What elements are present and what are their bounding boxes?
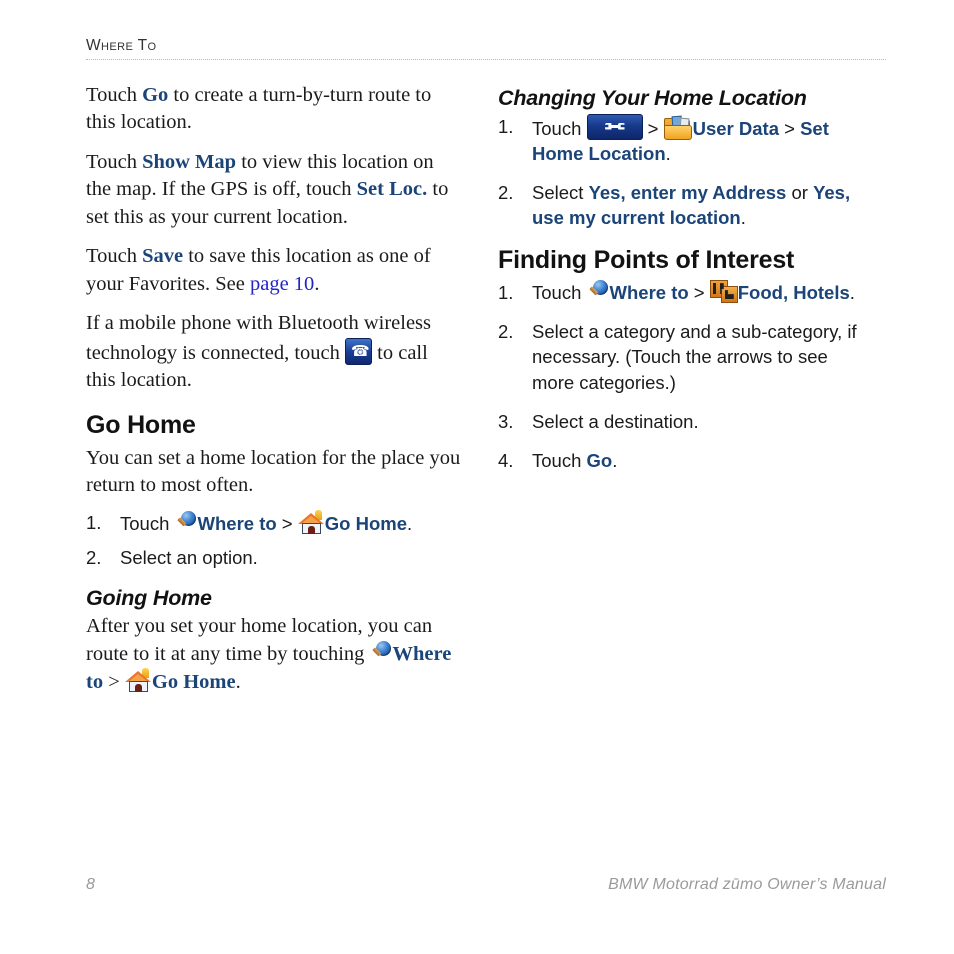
step-text-pre: Touch bbox=[120, 512, 175, 534]
going-home-separator: > bbox=[103, 671, 125, 694]
list-item: 2. Select a category and a sub-category, … bbox=[498, 319, 874, 394]
fork-glyph bbox=[712, 283, 716, 295]
step-text-post: . bbox=[849, 282, 855, 304]
going-home-post: . bbox=[235, 671, 241, 694]
step-text-post: . bbox=[406, 512, 413, 534]
keyword-user-data: User Data bbox=[692, 117, 779, 139]
keyword-where-to: Where to bbox=[609, 282, 689, 304]
search-icon bbox=[587, 280, 610, 303]
cross-reference-page-10[interactable]: page 10 bbox=[250, 273, 314, 295]
keyword-set-loc: Set Loc. bbox=[356, 178, 428, 201]
step-number: 1. bbox=[498, 115, 514, 137]
tools-icon bbox=[586, 113, 643, 140]
folder-icon bbox=[663, 115, 693, 141]
folder-front bbox=[663, 124, 692, 140]
home-door bbox=[307, 525, 315, 534]
home-icon bbox=[124, 668, 152, 693]
step-text-pre: Touch bbox=[532, 282, 587, 304]
food-hotels-icon bbox=[709, 280, 738, 304]
step-text: Select a destination. bbox=[532, 410, 699, 432]
wrench-bar bbox=[609, 124, 620, 128]
step-number: 3. bbox=[498, 410, 514, 432]
paragraph-going-home: After you set your home location, you ca… bbox=[86, 613, 462, 696]
steps-go-home: 1. Touch Where to > Go Home. 2. Select an … bbox=[86, 509, 462, 570]
para-showmap-pre: Touch bbox=[86, 150, 143, 173]
search-icon bbox=[370, 640, 393, 664]
step-number: 2. bbox=[498, 321, 514, 343]
step-text-pre: Touch bbox=[532, 117, 587, 139]
book-title: BMW Motorrad zūmo Owner’s Manual bbox=[608, 876, 886, 893]
running-header-text: Where To bbox=[86, 37, 157, 54]
step-number: 4. bbox=[498, 449, 514, 471]
paragraph-go-home-intro: You can set a home location for the plac… bbox=[86, 446, 461, 497]
step-text-post: . bbox=[665, 142, 671, 164]
search-icon bbox=[175, 510, 198, 534]
running-header: Where To bbox=[86, 37, 886, 61]
keyword-food-hotels: Food, Hotels bbox=[737, 282, 850, 304]
step-number: 1. bbox=[498, 282, 514, 304]
list-item: 3. Select a destination. bbox=[498, 409, 874, 434]
step-number: 1. bbox=[86, 511, 102, 533]
keyword-go: Go bbox=[586, 449, 613, 471]
step-separator: or bbox=[786, 181, 814, 203]
home-icon bbox=[297, 509, 325, 534]
list-item: 4. Touch Go. bbox=[498, 448, 874, 473]
steps-finding-poi: 1. Touch Where to > Food, Hotels. 2. Selec… bbox=[498, 280, 874, 473]
phone-icon: ☎ bbox=[345, 337, 373, 365]
para-save-pre: Touch bbox=[86, 245, 143, 268]
step-text-pre: Select bbox=[532, 181, 589, 203]
subsection-heading-changing-home-location: Changing Your Home Location bbox=[498, 86, 807, 110]
para-go-pre: Touch bbox=[86, 84, 143, 106]
para-save-post: . bbox=[314, 272, 320, 295]
page-footer: 8 BMW Motorrad zūmo Owner’s Manual bbox=[86, 876, 886, 894]
keyword-save: Save bbox=[142, 245, 184, 268]
keyword-show-map: Show Map bbox=[142, 150, 237, 173]
list-item: 1. Touch Where to > Food, Hotels. bbox=[498, 280, 874, 305]
right-column: Changing Your Home Location 1. Touch > Us… bbox=[498, 82, 874, 487]
step-text: Select a category and a sub-category, if… bbox=[532, 321, 857, 393]
keyword-go-home: Go Home bbox=[151, 671, 236, 694]
subsection-heading-going-home: Going Home bbox=[86, 585, 212, 610]
step-text-post: . bbox=[740, 206, 746, 228]
section-heading-finding-points-of-interest: Finding Points of Interest bbox=[498, 246, 795, 275]
step-separator: > bbox=[276, 512, 298, 534]
paragraph-bluetooth-call: If a mobile phone with Bluetooth wireles… bbox=[86, 310, 462, 394]
paragraph-show-map: Touch Show Map to view this location on … bbox=[86, 149, 462, 231]
keyword-go: Go bbox=[142, 84, 169, 106]
paragraph-save: Touch Save to save this location as one … bbox=[86, 243, 462, 298]
left-column: Touch Go to create a turn-by-turn route … bbox=[86, 82, 462, 709]
step-number: 2. bbox=[86, 546, 102, 568]
step-separator-1: > bbox=[642, 117, 664, 139]
step-text-pre: Touch bbox=[532, 449, 587, 471]
step-number: 2. bbox=[498, 181, 514, 203]
paragraph-touch-go: Touch Go to create a turn-by-turn route … bbox=[86, 82, 462, 137]
section-heading-go-home: Go Home bbox=[86, 410, 196, 439]
steps-changing-home-location: 1. Touch > User Data > Set Home Location.… bbox=[498, 113, 874, 231]
list-item: 1. Touch Where to > Go Home. bbox=[86, 509, 462, 536]
step-text: Select an option. bbox=[120, 546, 258, 568]
page-number: 8 bbox=[86, 876, 96, 893]
manual-page: Where To Touch Go to create a turn-by-tu… bbox=[0, 0, 954, 954]
step-text-post: . bbox=[612, 449, 618, 471]
phone-handset-glyph: ☎ bbox=[351, 341, 370, 360]
keyword-yes-enter-my-address: Yes, enter my Address bbox=[588, 181, 787, 203]
keyword-where-to: Where to bbox=[197, 512, 277, 534]
list-item: 2. Select an option. bbox=[86, 545, 462, 570]
list-item: 2. Select Yes, enter my Address or Yes, u… bbox=[498, 180, 874, 230]
step-separator: > bbox=[688, 282, 710, 304]
home-door bbox=[134, 684, 142, 693]
keyword-go-home: Go Home bbox=[324, 512, 407, 534]
step-separator-2: > bbox=[779, 117, 801, 139]
list-item: 1. Touch > User Data > Set Home Location. bbox=[498, 113, 874, 166]
header-divider bbox=[86, 59, 886, 61]
